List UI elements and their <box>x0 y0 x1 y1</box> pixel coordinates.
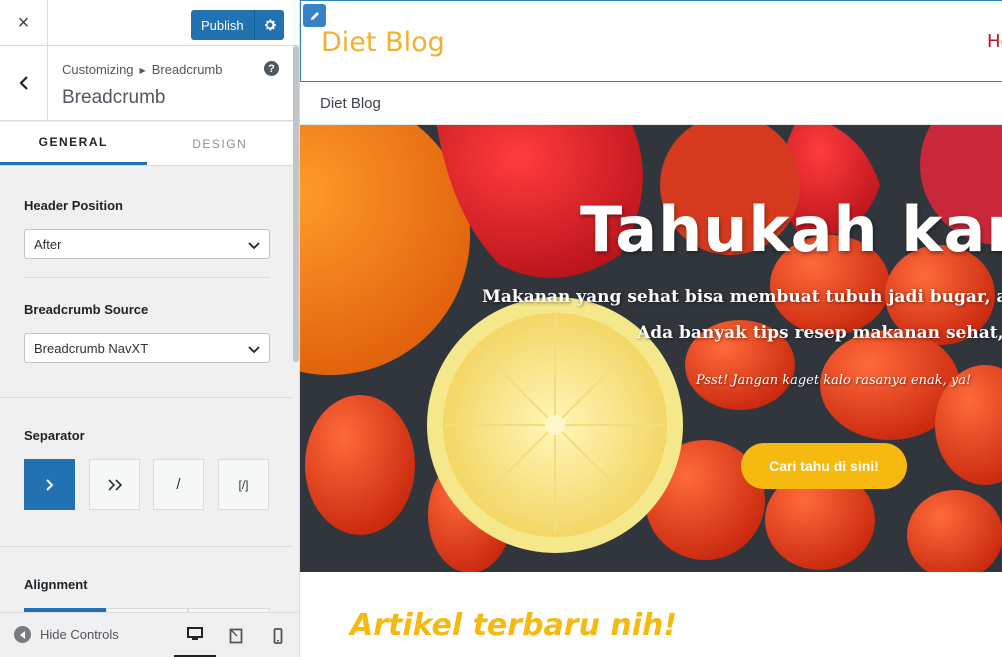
customizer-topbar: × Publish <box>0 0 299 46</box>
close-icon: × <box>17 11 30 34</box>
panel-scrollbar[interactable] <box>293 46 299 362</box>
separator-option-slash[interactable]: / <box>153 459 204 510</box>
pencil-icon <box>310 11 319 20</box>
help-icon[interactable]: ? <box>264 61 279 76</box>
publish-settings-button[interactable] <box>254 10 284 40</box>
nav-item-home[interactable]: Ho <box>987 31 1002 52</box>
double-chevron-right-icon <box>107 478 122 491</box>
header-position-value: After <box>34 236 62 252</box>
breadcrumb[interactable]: Diet Blog <box>320 95 381 112</box>
hero-cta-button[interactable]: Cari tahu di sini! <box>741 443 907 489</box>
panel-tabs: GENERAL DESIGN <box>0 122 293 166</box>
separator-option-double-chevron[interactable] <box>89 459 140 510</box>
desktop-icon <box>187 627 203 640</box>
publish-button[interactable]: Publish <box>191 10 284 40</box>
section-divider <box>0 397 293 398</box>
customizer-breadcrumb: Customizing ▶ Breadcrumb <box>62 62 223 77</box>
section-header: Customizing ▶ Breadcrumb Breadcrumb ? <box>0 46 293 121</box>
chevron-left-icon <box>18 76 28 90</box>
section-divider <box>0 546 293 547</box>
crumb-root: Customizing <box>62 62 134 77</box>
hero-title: Tahukah kama <box>580 193 1002 266</box>
site-header: Diet Blog Ho <box>300 0 1002 82</box>
breadcrumb-source-select[interactable]: Breadcrumb NavXT <box>24 333 270 363</box>
hero-text-line-2: Ada banyak tips resep makanan sehat, lho <box>637 323 1002 343</box>
mobile-icon <box>273 627 283 644</box>
articles-heading: Artikel terbaru nih! <box>350 608 678 643</box>
separator-label: Separator <box>24 428 85 443</box>
hero-section: Tahukah kama Makanan yang sehat bisa mem… <box>300 125 1002 572</box>
custom-separator-icon: [/] <box>238 477 249 492</box>
tab-general[interactable]: GENERAL <box>0 122 147 165</box>
crumb-arrow-icon: ▶ <box>139 66 146 75</box>
chevron-right-icon <box>45 478 53 491</box>
chevron-down-icon <box>248 242 260 250</box>
preview-mobile-button[interactable] <box>257 613 299 657</box>
divider <box>24 277 270 278</box>
tablet-icon <box>229 628 243 643</box>
crumb-current: Breadcrumb <box>151 62 223 77</box>
hide-controls-button[interactable]: Hide Controls <box>14 626 119 643</box>
site-title[interactable]: Diet Blog <box>321 27 445 58</box>
header-position-select[interactable]: After <box>24 229 270 259</box>
gear-icon <box>264 19 276 31</box>
back-button[interactable] <box>0 46 48 120</box>
site-preview: Diet Blog Ho Diet Blog <box>300 0 1002 657</box>
alignment-label: Alignment <box>24 577 88 592</box>
controls-area: Header Position After Breadcrumb Source … <box>0 166 293 612</box>
header-position-label: Header Position <box>24 198 123 213</box>
hide-controls-label: Hide Controls <box>40 627 119 642</box>
hero-text-line-1: Makanan yang sehat bisa membuat tubuh ja… <box>482 287 1002 307</box>
section-title: Breadcrumb <box>62 87 166 108</box>
slash-icon: / <box>176 476 181 493</box>
publish-label: Publish <box>201 17 244 33</box>
breadcrumb-source-value: Breadcrumb NavXT <box>34 340 149 356</box>
separator-option-chevron[interactable] <box>24 459 75 510</box>
separator-option-custom[interactable]: [/] <box>218 459 269 510</box>
customizer-footer: Hide Controls <box>0 612 299 657</box>
preview-desktop-button[interactable] <box>174 613 216 657</box>
chevron-down-icon <box>248 346 260 354</box>
edit-header-button[interactable] <box>303 4 326 27</box>
customizer-panel: × Publish Customizing ▶ Breadcrumb Breadcr… <box>0 0 300 657</box>
close-customizer-button[interactable]: × <box>0 0 48 46</box>
collapse-icon <box>14 626 31 643</box>
breadcrumb-source-label: Breadcrumb Source <box>24 302 149 317</box>
preview-tablet-button[interactable] <box>215 613 257 657</box>
hero-note: Psst! Jangan kaget kalo rasanya enak, ya… <box>696 373 972 388</box>
tab-design[interactable]: DESIGN <box>147 122 294 165</box>
